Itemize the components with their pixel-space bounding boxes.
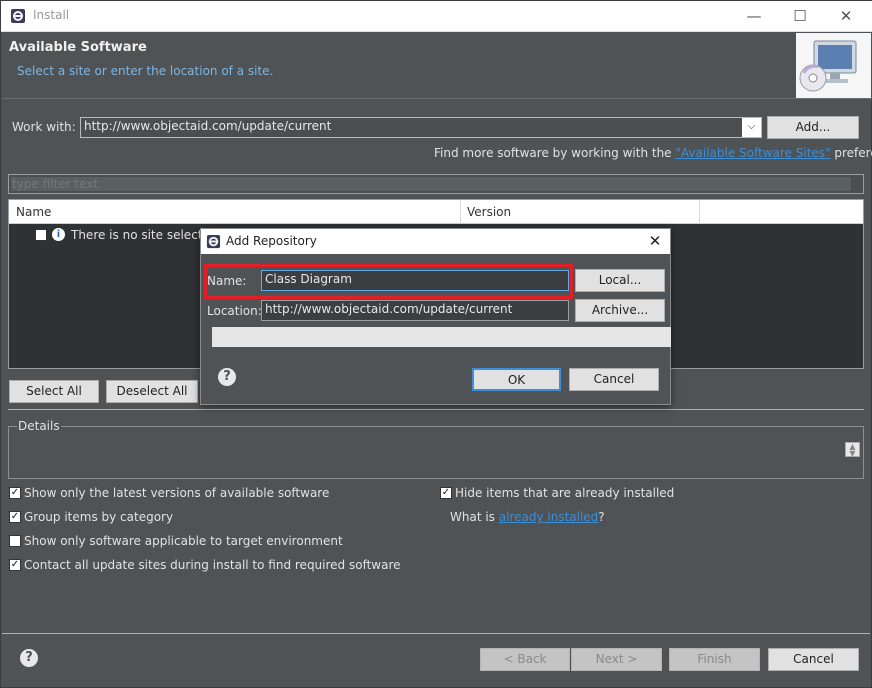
already-installed-link[interactable]: already installed	[499, 510, 599, 524]
latest-versions-checkbox[interactable]: ✓	[9, 487, 21, 499]
target-env-label: Show only software applicable to target …	[24, 534, 343, 548]
archive-button[interactable]: Archive...	[575, 299, 665, 322]
more-software-text: Find more software by working with the "…	[434, 146, 872, 160]
page-description: Select a site or enter the location of a…	[17, 64, 274, 78]
maximize-icon[interactable]: ☐	[777, 1, 823, 32]
contact-sites-label: Contact all update sites during install …	[24, 558, 401, 572]
tree-header: Name Version	[9, 200, 863, 224]
available-software-sites-link[interactable]: "Available Software Sites"	[675, 146, 830, 160]
help-icon[interactable]: ?	[20, 649, 38, 667]
repository-location-input[interactable]: http://www.objectaid.com/update/current	[261, 300, 569, 321]
work-with-label: Work with:	[12, 120, 76, 134]
local-button[interactable]: Local...	[575, 269, 665, 292]
details-label: Details	[17, 419, 61, 433]
dialog-title: Add Repository	[226, 234, 317, 248]
dialog-title-bar: Add Repository ✕	[201, 229, 670, 254]
title-bar: Install — ☐ ✕	[1, 1, 872, 32]
next-button[interactable]: Next >	[571, 648, 662, 671]
group-by-category-checkbox[interactable]: ✓	[9, 511, 21, 523]
close-icon[interactable]: ✕	[641, 230, 669, 253]
details-scroll-icon[interactable]: ▲ ▼	[845, 442, 860, 458]
add-site-button[interactable]: Add...	[767, 116, 859, 139]
select-all-button[interactable]: Select All	[9, 380, 99, 403]
contact-sites-checkbox[interactable]: ✓	[9, 559, 21, 571]
group-by-category-label: Group items by category	[24, 510, 174, 524]
column-name[interactable]: Name	[16, 205, 51, 219]
repository-location-value: http://www.objectaid.com/update/current	[265, 302, 513, 316]
what-is-installed-text: What is already installed?	[450, 510, 605, 524]
hide-installed-label: Hide items that are already installed	[455, 486, 675, 500]
filter-input-field	[11, 177, 851, 191]
filter-placeholder: type filter text	[12, 177, 99, 191]
name-highlight-box	[204, 264, 573, 299]
separator	[2, 633, 870, 634]
window-title: Install	[33, 8, 70, 22]
column-divider	[699, 200, 700, 224]
target-env-checkbox[interactable]: ✓	[9, 535, 21, 547]
column-version[interactable]: Version	[467, 205, 511, 219]
hide-installed-checkbox[interactable]: ✓	[440, 487, 452, 499]
back-button[interactable]: < Back	[480, 648, 570, 671]
tree-row-checkbox[interactable]: ✓	[35, 229, 47, 241]
wizard-header: Available Software Select a site or ente…	[2, 32, 872, 99]
location-label: Location:	[207, 304, 262, 318]
separator	[8, 409, 864, 410]
info-icon: i	[52, 228, 65, 241]
details-group: ▲ ▼	[8, 426, 864, 479]
help-icon[interactable]: ?	[218, 368, 236, 386]
install-banner-icon	[796, 33, 871, 98]
tree-row-text: There is no site selected.	[71, 228, 222, 242]
filter-input[interactable]: type filter text	[8, 174, 864, 194]
work-with-combo[interactable]: http://www.objectaid.com/update/current	[80, 117, 762, 138]
minimize-icon[interactable]: —	[731, 1, 777, 32]
eclipse-app-icon	[206, 234, 221, 249]
finish-button[interactable]: Finish	[669, 648, 760, 671]
ok-button[interactable]: OK	[472, 368, 561, 391]
close-icon[interactable]: ✕	[823, 1, 869, 32]
cancel-button[interactable]: Cancel	[768, 648, 859, 671]
page-title: Available Software	[9, 40, 147, 55]
latest-versions-label: Show only the latest versions of availab…	[24, 486, 330, 500]
dialog-cancel-button[interactable]: Cancel	[569, 368, 659, 391]
deselect-all-button[interactable]: Deselect All	[106, 380, 198, 403]
eclipse-app-icon	[11, 9, 25, 23]
chevron-down-icon[interactable]: ⌵	[742, 118, 761, 137]
work-with-value: http://www.objectaid.com/update/current	[84, 119, 332, 133]
add-repository-dialog: Add Repository ✕ Name: Class Diagram Loc…	[200, 228, 671, 405]
column-divider	[460, 200, 461, 224]
install-window: Install — ☐ ✕ Available Software Select …	[0, 0, 872, 688]
dialog-message-area	[212, 327, 671, 347]
